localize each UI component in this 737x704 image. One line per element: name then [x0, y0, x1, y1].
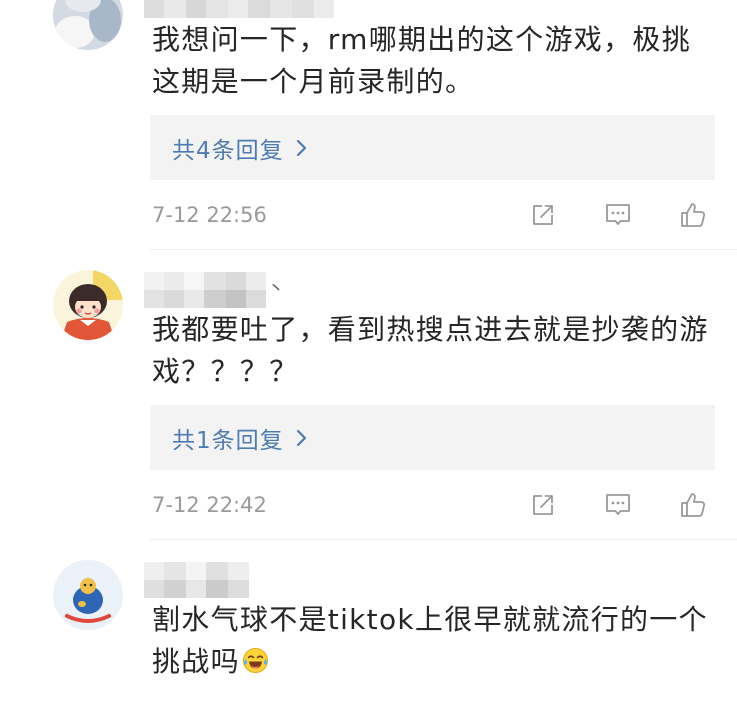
avatar[interactable]: [53, 270, 123, 340]
username[interactable]: 丶: [144, 272, 284, 308]
share-icon: [530, 202, 556, 228]
comment-actions: [525, 200, 711, 230]
laugh-cry-emoji-icon: [242, 647, 269, 674]
comment-text-line: 这期是一个月前录制的。: [152, 65, 475, 98]
share-icon: [530, 492, 556, 518]
username-visible-tail: 丶: [268, 279, 285, 298]
like-button[interactable]: [675, 200, 711, 230]
comment-text-line-with-emoji: 挑战吗: [152, 641, 737, 683]
comment-button[interactable]: [600, 490, 636, 520]
comment-item: 割水气球不是tiktok上很早就就流行的一个 挑战吗: [0, 540, 737, 704]
like-button[interactable]: [675, 490, 711, 520]
view-replies-link[interactable]: 共4条回复: [172, 115, 308, 180]
comment-timestamp: 7-12 22:56: [152, 203, 267, 227]
username-blurred: [144, 272, 266, 308]
comment-button[interactable]: [600, 200, 636, 230]
username[interactable]: [144, 0, 334, 18]
username-blurred: [144, 562, 249, 598]
comment-text-line: 戏？？？？: [152, 355, 299, 388]
reply-preview-box[interactable]: 共4条回复: [150, 115, 715, 180]
reply-preview-box[interactable]: 共1条回复: [150, 405, 715, 470]
comment-text-line: 割水气球不是tiktok上很早就就流行的一个: [152, 603, 708, 636]
comment-text: 割水气球不是tiktok上很早就就流行的一个 挑战吗: [152, 599, 737, 683]
comment-text-line: 我想问一下，rm哪期出的这个游戏，极挑: [152, 23, 691, 56]
view-replies-link[interactable]: 共1条回复: [172, 405, 308, 470]
comment-actions: [525, 490, 711, 520]
comment-text-segment: 挑战吗: [152, 645, 240, 678]
comment-text: 我都要吐了，看到热搜点进去就是抄袭的游 戏？？？？: [152, 309, 737, 393]
comment-item: 我想问一下，rm哪期出的这个游戏，极挑 这期是一个月前录制的。 共4条回复 7-…: [0, 0, 737, 250]
username[interactable]: [144, 562, 249, 598]
reply-count-label: 共1条回复: [172, 427, 284, 454]
comment-item: 丶 我都要吐了，看到热搜点进去就是抄袭的游 戏？？？？ 共1条回复 7-12 2…: [0, 250, 737, 540]
avatar[interactable]: [53, 0, 123, 50]
avatar[interactable]: [53, 560, 123, 630]
comment-text-line: 我都要吐了，看到热搜点进去就是抄袭的游: [152, 313, 709, 346]
comment-list: 我想问一下，rm哪期出的这个游戏，极挑 这期是一个月前录制的。 共4条回复 7-…: [0, 0, 737, 704]
chevron-right-icon: [296, 429, 308, 447]
comment-icon: [604, 202, 632, 228]
comment-text: 我想问一下，rm哪期出的这个游戏，极挑 这期是一个月前录制的。: [152, 19, 737, 103]
like-icon: [679, 201, 707, 229]
share-button[interactable]: [525, 200, 561, 230]
share-button[interactable]: [525, 490, 561, 520]
comment-timestamp: 7-12 22:42: [152, 493, 267, 517]
like-icon: [679, 491, 707, 519]
reply-count-label: 共4条回复: [172, 137, 284, 164]
comment-icon: [604, 492, 632, 518]
chevron-right-icon: [296, 139, 308, 157]
username-blurred: [144, 0, 334, 18]
